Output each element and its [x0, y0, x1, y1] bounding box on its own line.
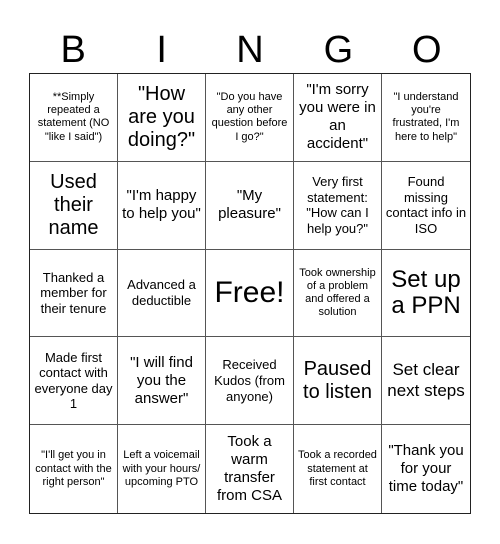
bingo-cell-r2-c3[interactable]: "My pleasure"	[206, 161, 294, 250]
bingo-cell-r1-c5[interactable]: "I understand you're frustrated, I'm her…	[382, 74, 470, 162]
bingo-cell-r3-c4[interactable]: Took ownership of a problem and offered …	[294, 249, 382, 338]
header-letter-g: G	[323, 29, 354, 71]
bingo-cell-r4-c2[interactable]: "I will find you the answer"	[118, 337, 206, 426]
bingo-cell-r1-c2[interactable]: "How are you doing?"	[118, 74, 206, 162]
bingo-cell-r1-c4[interactable]: "I'm sorry you were in an accident"	[294, 74, 382, 162]
bingo-cell-r1-c3[interactable]: "Do you have any other question before I…	[206, 74, 294, 162]
bingo-cell-r5-c2[interactable]: Left a voicemail with your hours/ upcomi…	[118, 425, 206, 513]
bingo-cell-r3-c2[interactable]: Advanced a deductible	[118, 249, 206, 338]
bingo-cell-r5-c1[interactable]: "I'll get you in contact with the right …	[30, 425, 118, 513]
bingo-cell-r3-c5[interactable]: Set up a PPN	[382, 250, 470, 338]
bingo-cell-r2-c1[interactable]: Used their name	[30, 161, 118, 250]
bingo-cell-r4-c5[interactable]: Set clear next steps	[382, 337, 470, 426]
header-letter-n: N	[236, 29, 264, 71]
header-letter-b: B	[60, 29, 86, 71]
bingo-cell-r2-c2[interactable]: "I'm happy to help you"	[118, 161, 206, 250]
bingo-cell-r5-c4[interactable]: Took a recorded statement at first conta…	[294, 425, 382, 513]
bingo-cell-r4-c3[interactable]: Received Kudos (from anyone)	[206, 337, 294, 426]
bingo-cell-r5-c5[interactable]: "Thank you for your time today"	[382, 425, 470, 513]
bingo-cell-r1-c1[interactable]: **Simply repeated a statement (NO "like …	[30, 74, 118, 162]
bingo-card: **Simply repeated a statement (NO "like …	[29, 73, 471, 514]
bingo-header: B I N G O	[29, 28, 471, 73]
bingo-cell-r3-c1[interactable]: Thanked a member for their tenure	[30, 249, 118, 338]
header-letter-o: O	[412, 29, 442, 71]
free-space[interactable]: Free!	[206, 249, 294, 338]
header-letter-i: I	[156, 29, 167, 71]
bingo-cell-r5-c3[interactable]: Took a warm transfer from CSA	[206, 425, 294, 513]
bingo-cell-r2-c5[interactable]: Found missing contact info in ISO	[382, 162, 470, 250]
bingo-cell-r4-c4[interactable]: Paused to listen	[294, 337, 382, 426]
bingo-cell-r4-c1[interactable]: Made first contact with everyone day 1	[30, 337, 118, 426]
bingo-cell-r2-c4[interactable]: Very first statement: "How can I help yo…	[294, 161, 382, 250]
